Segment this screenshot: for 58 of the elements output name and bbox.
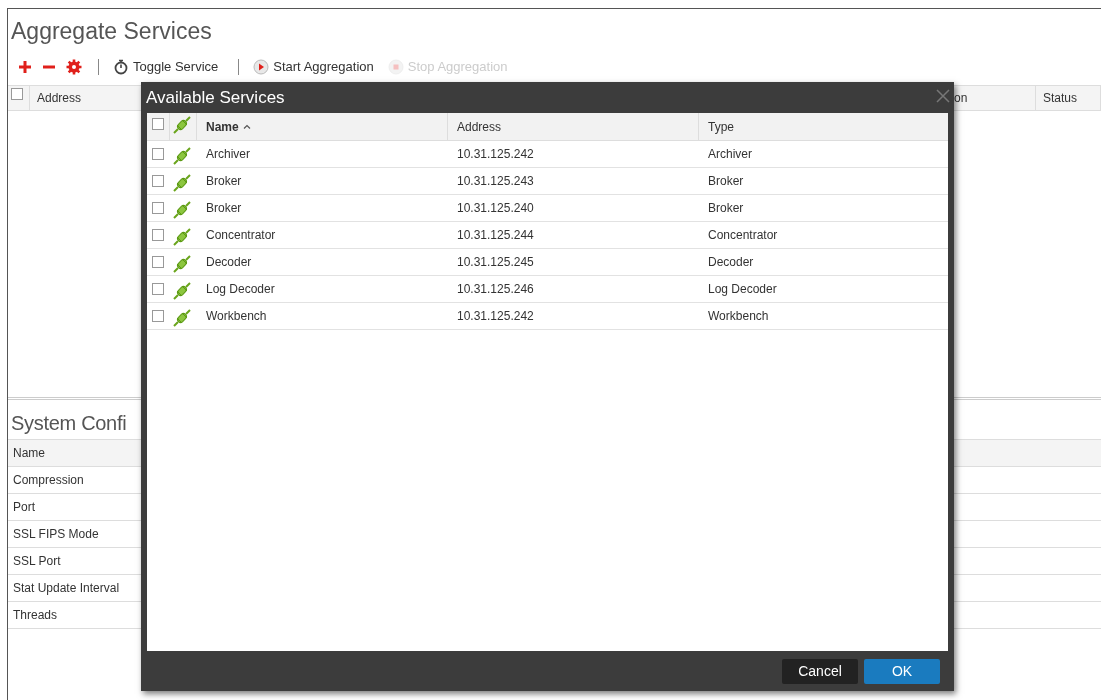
- table-cell-text: Concentrator: [707, 227, 779, 244]
- table-cell-text: 10.31.125.240: [456, 200, 535, 217]
- table-cell-text: Broker: [707, 173, 745, 190]
- table-cell-text: 10.31.125.243: [456, 173, 535, 190]
- table-cell-text: Archiver: [205, 146, 251, 163]
- page-title: Aggregate Services: [10, 17, 212, 46]
- cancel-button[interactable]: Cancel: [782, 658, 858, 684]
- table-cell-text: 10.31.125.246: [456, 281, 535, 298]
- plus-icon: [18, 60, 32, 74]
- stop-icon: [387, 59, 404, 75]
- checkbox[interactable]: [152, 310, 164, 322]
- table-cell-text: 10.31.125.242: [456, 146, 535, 163]
- gear-icon: [66, 59, 82, 75]
- checkbox[interactable]: [11, 88, 23, 100]
- column-header[interactable]: Address: [457, 117, 502, 136]
- table-cell-text: Workbench: [205, 308, 268, 325]
- plug-icon: [173, 116, 191, 134]
- checkbox[interactable]: [152, 175, 164, 187]
- table-cell-text: 10.31.125.245: [456, 254, 535, 271]
- column-header[interactable]: Name: [206, 117, 239, 136]
- table-cell-text: Compression: [12, 472, 84, 489]
- column-header[interactable]: Name: [8, 444, 45, 462]
- checkbox[interactable]: [152, 148, 164, 160]
- stopwatch-icon: [113, 59, 129, 75]
- column-header[interactable]: on: [954, 89, 968, 107]
- table-cell-text: 10.31.125.242: [456, 308, 535, 325]
- checkbox[interactable]: [152, 283, 164, 295]
- table-cell-text: SSL Port: [12, 553, 61, 570]
- table-cell-text: Stat Update Interval: [12, 580, 120, 597]
- checkbox[interactable]: [152, 118, 164, 130]
- table-cell-text: Decoder: [707, 254, 755, 271]
- play-icon: [253, 59, 270, 75]
- table-cell-text: Log Decoder: [707, 281, 778, 298]
- table-cell-text: Broker: [707, 200, 745, 217]
- table-cell-text: Archiver: [707, 146, 753, 163]
- start-button[interactable]: Start Aggregation: [249, 55, 378, 79]
- toggle-button[interactable]: Toggle Service: [109, 55, 223, 79]
- sort-ascending-icon: [242, 124, 251, 129]
- checkbox[interactable]: [152, 256, 164, 268]
- table-cell-text: Threads: [12, 607, 58, 624]
- column-header[interactable]: Type: [708, 117, 734, 136]
- table-cell-text: SSL FIPS Mode: [12, 526, 99, 543]
- table-cell-text: Workbench: [707, 308, 770, 325]
- table-cell-text: Broker: [205, 173, 243, 190]
- table-cell-text: Broker: [205, 200, 243, 217]
- table-cell-text: Port: [12, 499, 35, 516]
- ok-button[interactable]: OK: [864, 658, 940, 684]
- table-cell-text: 10.31.125.244: [456, 227, 535, 244]
- table-cell-text: Concentrator: [205, 227, 277, 244]
- table-cell-text: Decoder: [205, 254, 253, 271]
- column-header[interactable]: Address: [30, 89, 82, 107]
- close-icon[interactable]: [936, 88, 950, 103]
- table-cell-text: Log Decoder: [205, 281, 276, 298]
- column-header[interactable]: Status: [1036, 89, 1078, 107]
- section-title: System Confi: [10, 411, 127, 436]
- checkbox[interactable]: [152, 229, 164, 241]
- dialog-title: Available Services: [146, 86, 285, 109]
- checkbox[interactable]: [152, 202, 164, 214]
